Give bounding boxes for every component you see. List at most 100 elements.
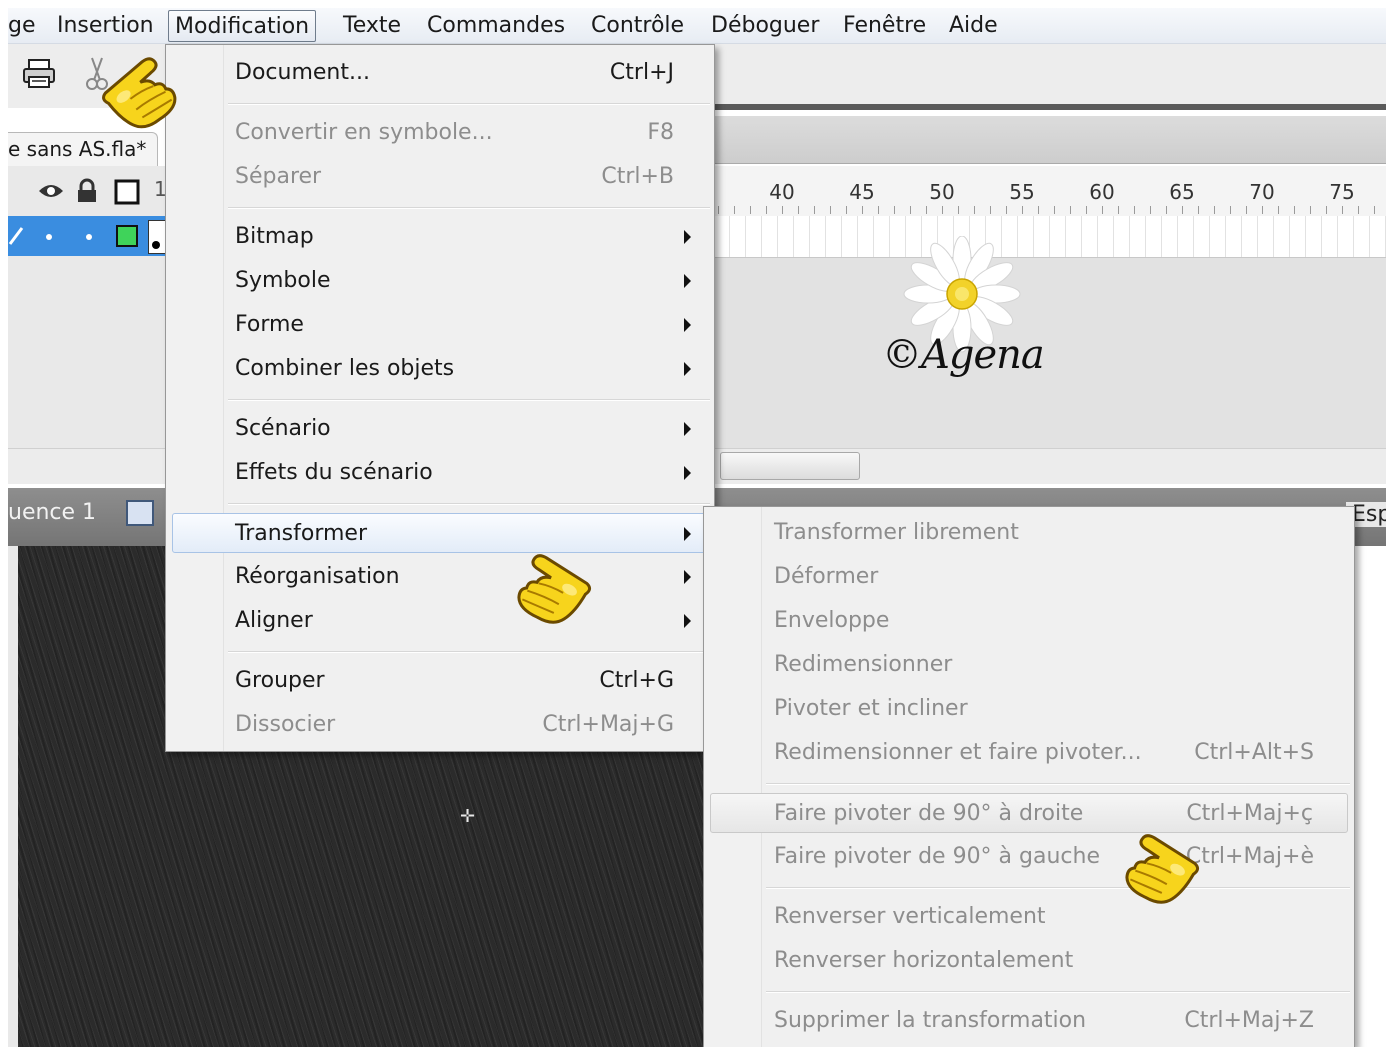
menu-item-pivoter-90-gauche[interactable]: Faire pivoter de 90° à gauche Ctrl+Maj+è [704,837,1354,877]
ruler-label-65: 65 [1169,180,1195,204]
menu-commandes[interactable]: Commandes [421,10,571,42]
pointing-hand-icon [1125,834,1200,904]
ruler-label-45: 45 [849,180,875,204]
ruler-tick [926,206,927,214]
submenu-arrow-icon [684,422,691,436]
ruler-tick [990,206,991,214]
menu-insertion[interactable]: Insertion [51,10,160,42]
menu-item-convertir-symbole[interactable]: Convertir en symbole... F8 [166,113,714,153]
menu-aide[interactable]: Aide [943,10,1004,42]
menu-deboguer[interactable]: Déboguer [705,10,825,42]
ruler-tick [1006,206,1007,214]
menu-item-grouper[interactable]: Grouper Ctrl+G [166,661,714,701]
submenu-arrow-icon [684,318,691,332]
layer-color-swatch[interactable] [116,225,138,247]
ruler-tick [1262,206,1263,214]
menu-fenetre[interactable]: Fenêtre [837,10,932,42]
menu-item-transformer-librement[interactable]: Transformer librement [704,513,1354,553]
ruler-tick [1246,206,1247,214]
keyframe-cell[interactable] [148,220,166,254]
menu-item-bitmap[interactable]: Bitmap [166,217,714,257]
submenu-arrow-icon [684,570,691,584]
ruler-tick [1342,206,1343,214]
menu-item-scenario[interactable]: Scénario [166,409,714,449]
menu-controle[interactable]: Contrôle [585,10,690,42]
ruler-tick [1070,206,1071,214]
menu-item-document[interactable]: Document... Ctrl+J [166,53,714,93]
lock-dot[interactable] [86,234,92,240]
lock-icon[interactable] [76,178,98,204]
menu-item-forme[interactable]: Forme [166,305,714,345]
watermark-signature: ©Agena [882,332,1045,378]
visibility-dot[interactable] [46,234,52,240]
document-tab[interactable]: e sans AS.fla* [8,132,158,166]
ruler-tick [862,206,863,214]
ruler-tick [814,206,815,214]
submenu-arrow-icon [684,230,691,244]
ruler-tick [942,206,943,214]
timeline-ruler: 40 45 50 55 60 65 70 75 [714,166,1386,216]
ruler-tick [734,206,735,214]
ruler-tick [910,206,911,214]
timeline-frames[interactable] [714,216,1386,258]
submenu-arrow-icon [684,466,691,480]
menu-item-renverser-horizontalement[interactable]: Renverser horizontalement [704,941,1354,981]
menu-item-symbole[interactable]: Symbole [166,261,714,301]
menu-item-separer[interactable]: Séparer Ctrl+B [166,157,714,197]
layer-row-selected[interactable] [8,216,166,256]
menu-item-pivoter-90-droite[interactable]: Faire pivoter de 90° à droite Ctrl+Maj+ç [710,793,1348,833]
ruler-tick [1294,206,1295,214]
ruler-tick [1134,206,1135,214]
ruler-tick [782,206,783,214]
menu-item-effets-scenario[interactable]: Effets du scénario [166,453,714,493]
menu-item-enveloppe[interactable]: Enveloppe [704,601,1354,641]
ruler-tick [974,206,975,214]
timeline-empty-area [714,258,1386,448]
menu-modification[interactable]: Modification [168,10,317,42]
menu-item-redimensionner-pivoter[interactable]: Redimensionner et faire pivoter... Ctrl+… [704,733,1354,773]
eye-icon[interactable] [38,181,64,201]
menu-item-reorganisation[interactable]: Réorganisation [166,557,714,597]
ruler-tick [1102,206,1103,214]
scene-label[interactable]: uence 1 [8,500,96,525]
ruler-label-75: 75 [1329,180,1355,204]
menu-item-supprimer-transformation[interactable]: Supprimer la transformation Ctrl+Maj+Z [704,1001,1354,1041]
ruler-tick [846,206,847,214]
menu-item-renverser-verticalement[interactable]: Renverser verticalement [704,897,1354,937]
ruler-tick [1230,206,1231,214]
layer-header-icons: 1 [8,175,168,211]
menu-separator [766,887,1350,889]
document-tab-title: e sans AS.fla* [8,137,147,161]
pointing-hand-icon [517,554,592,624]
ruler-tick [1118,206,1119,214]
ruler-label-60: 60 [1089,180,1115,204]
crosshair-cursor-icon: ✛ [460,806,476,827]
outline-square-icon[interactable] [114,179,140,205]
ruler-tick [1182,206,1183,214]
menu-item-combiner-objets[interactable]: Combiner les objets [166,349,714,389]
menu-texte[interactable]: Texte [337,10,407,42]
ruler-tick [1310,206,1311,214]
menu-separator [228,503,710,505]
menu-item-dissocier[interactable]: Dissocier Ctrl+Maj+G [166,705,714,745]
printer-icon[interactable] [22,58,56,90]
menu-item-pivoter-incliner[interactable]: Pivoter et incliner [704,689,1354,729]
ruler-tick [1326,206,1327,214]
timeline-scroll-thumb[interactable] [720,452,860,480]
menu-item-redimensionner[interactable]: Redimensionner [704,645,1354,685]
menu-item-transformer[interactable]: Transformer [172,513,710,553]
pointing-hand-icon [102,57,177,129]
ruler-tick [718,206,719,214]
tab-strip [714,116,1386,164]
ruler-tick [766,206,767,214]
menu-separator [228,207,710,209]
menu-item-aligner[interactable]: Aligner [166,601,714,641]
scene-icon[interactable] [126,500,154,526]
ruler-tick [798,206,799,214]
menu-page[interactable]: ge [2,10,42,42]
menu-item-deformer[interactable]: Déformer [704,557,1354,597]
ruler-tick [878,206,879,214]
menu-separator [228,399,710,401]
ruler-tick [1150,206,1151,214]
toolbar-divider [714,104,1386,110]
